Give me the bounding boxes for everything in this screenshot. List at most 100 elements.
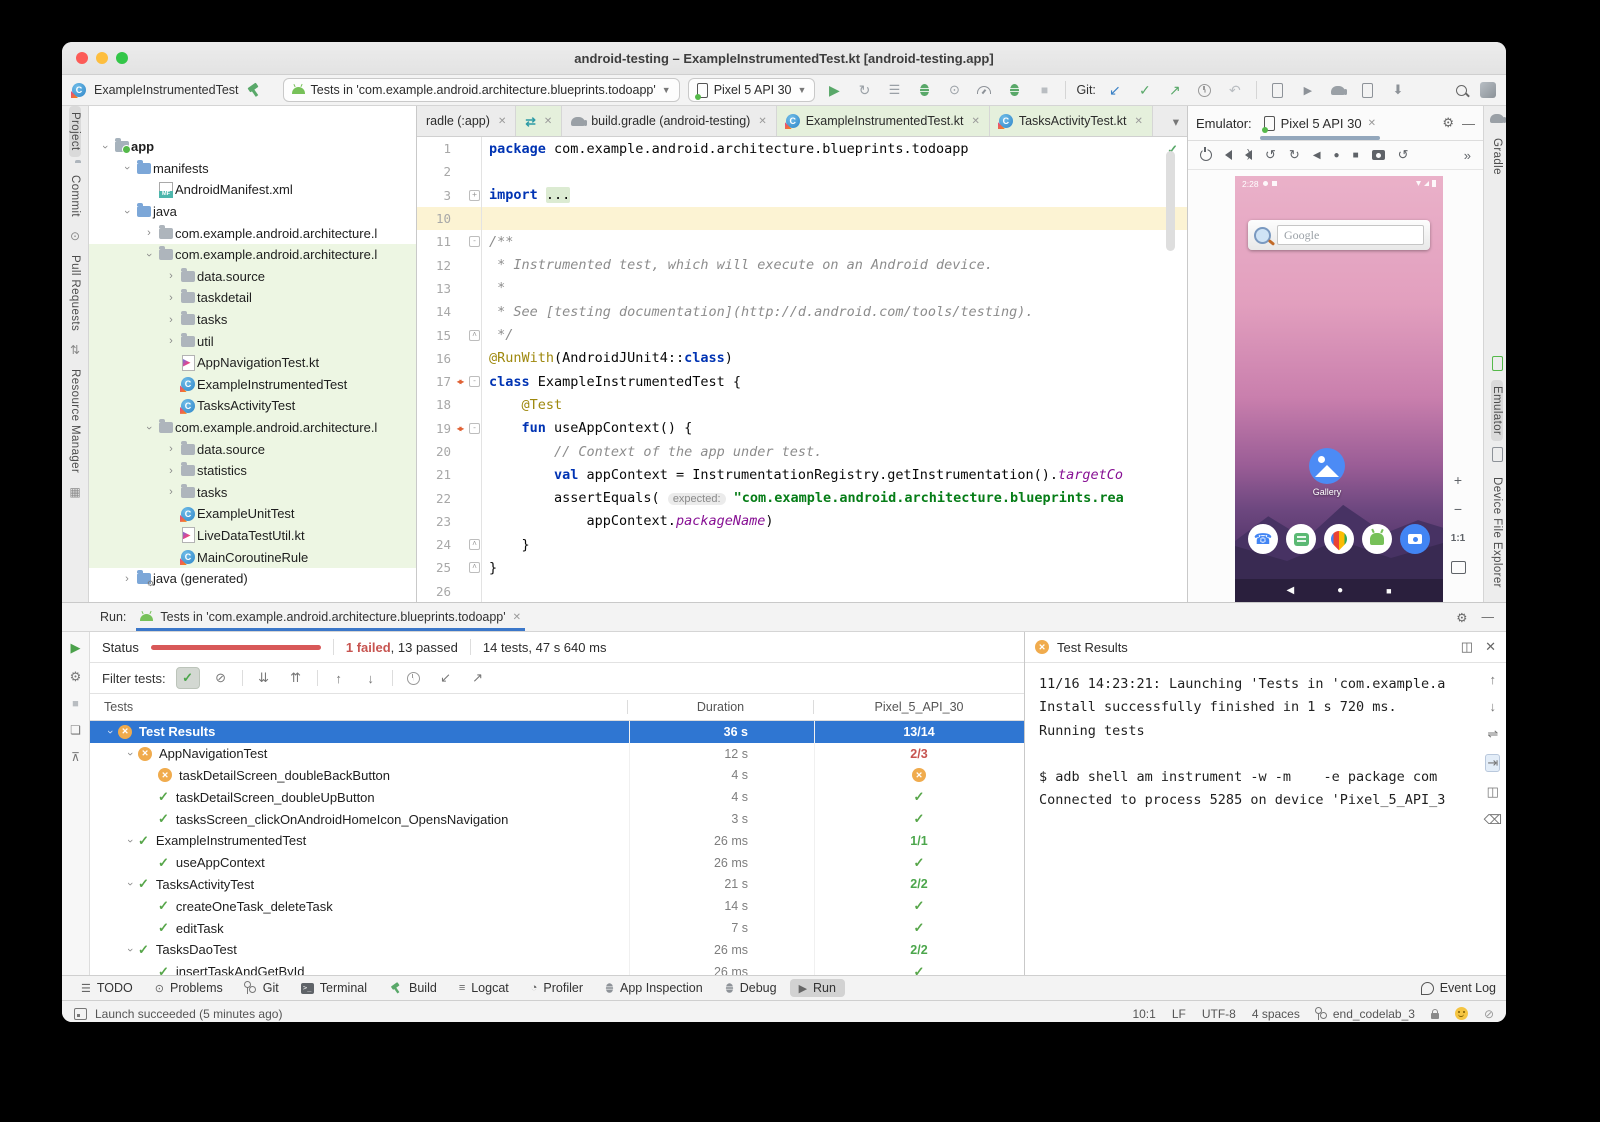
gutter-run-marker-icon[interactable]: ◀▶ [451, 424, 468, 433]
tree-chevron-icon[interactable]: › [124, 746, 136, 761]
tree-item[interactable]: LiveDataTestUtil.kt [89, 525, 416, 547]
scroll-to-end-icon[interactable]: ⇥ [1485, 754, 1500, 772]
maps-app-icon[interactable] [1324, 524, 1354, 554]
run-button[interactable]: ▶ [823, 79, 845, 101]
test-row[interactable]: ✓insertTaskAndGetById26 ms✓ [90, 961, 1024, 975]
feedback-smiley-icon[interactable] [1455, 1007, 1468, 1020]
caret-position[interactable]: 10:1 [1132, 1007, 1155, 1021]
tree-item[interactable]: ›com.example.android.architecture.l [89, 417, 416, 439]
run-settings-icon[interactable]: ⚙ [1456, 610, 1467, 625]
git-branch-widget[interactable]: end_codelab_3 [1316, 1007, 1415, 1021]
code-line[interactable]: 10 [417, 207, 1187, 230]
test-row[interactable]: ›✕Test Results36 s13/14 [90, 721, 1024, 743]
tree-item[interactable]: ›taskdetail [89, 287, 416, 309]
export-html-icon[interactable]: ◫ [1461, 639, 1473, 655]
test-history-icon[interactable] [403, 668, 425, 688]
search-everywhere-icon[interactable] [1450, 79, 1472, 101]
tree-item[interactable]: ›java (generated) [89, 568, 416, 590]
nav-back-icon[interactable]: ◀ [1286, 585, 1294, 596]
code-line[interactable]: 14 * See [testing documentation](http://… [417, 300, 1187, 323]
profile-low-overhead-icon[interactable] [1003, 79, 1025, 101]
close-tab-icon[interactable]: ✕ [971, 116, 979, 127]
run-minimize-icon[interactable]: — [1482, 610, 1495, 625]
tree-item[interactable]: ›data.source [89, 438, 416, 460]
test-settings-icon[interactable]: ⚙ [70, 669, 82, 685]
rotate-right-icon[interactable]: ↻ [1289, 147, 1300, 163]
profile-restart-icon[interactable]: ↻ [853, 79, 875, 101]
tree-item[interactable]: ›com.example.android.architecture.l [89, 222, 416, 244]
sidebar-item-emulator[interactable]: Emulator [1491, 380, 1503, 441]
git-rollback-icon[interactable]: ↶ [1224, 79, 1246, 101]
tool-window-button-build[interactable]: Build [380, 979, 446, 997]
code-line[interactable]: 16@RunWith(AndroidJUnit4::class) [417, 347, 1187, 370]
console-output[interactable]: 11/16 14:23:21: Launching 'Tests in 'com… [1025, 663, 1506, 975]
code-line[interactable]: 26 [417, 580, 1187, 602]
scroll-down-icon[interactable]: ↓ [1490, 699, 1497, 714]
phone-screen[interactable]: 2:28 Google Gallery [1235, 176, 1443, 602]
fold-marker-icon[interactable]: - [468, 376, 481, 387]
tree-item[interactable]: AppNavigationTest.kt [89, 352, 416, 374]
code-line[interactable]: 2 [417, 160, 1187, 183]
column-tests[interactable]: Tests [90, 700, 627, 714]
avatar[interactable] [1480, 82, 1496, 98]
close-icon[interactable]: ✕ [1368, 118, 1376, 129]
git-history-icon[interactable] [1194, 79, 1216, 101]
nav-home-icon[interactable]: ● [1337, 585, 1343, 596]
tree-chevron-icon[interactable]: › [104, 724, 116, 739]
tree-item[interactable]: CTasksActivityTest [89, 395, 416, 417]
fold-marker-icon[interactable]: - [468, 423, 481, 434]
attach-debugger-icon[interactable]: ⊙ [943, 79, 965, 101]
tool-window-button-terminal[interactable]: >_Terminal [292, 979, 376, 997]
close-tab-icon[interactable]: ✕ [544, 116, 552, 127]
tree-chevron-icon[interactable]: › [143, 420, 155, 436]
fold-marker-icon[interactable]: - [468, 236, 481, 247]
tree-item[interactable]: ›util [89, 330, 416, 352]
test-row[interactable]: ✓tasksScreen_clickOnAndroidHomeIcon_Open… [90, 808, 1024, 830]
close-tab-icon[interactable]: ✕ [758, 116, 766, 127]
rerun-tests-button[interactable]: ▶ [71, 640, 81, 656]
import-tests-icon[interactable]: ↙ [435, 668, 457, 688]
fold-marker-icon[interactable]: ˄ [468, 539, 481, 550]
code-line[interactable]: 15˄ */ [417, 323, 1187, 346]
expand-all-icon[interactable]: ⇊ [253, 668, 275, 688]
tree-chevron-icon[interactable]: › [99, 139, 111, 155]
tree-item[interactable]: CExampleInstrumentedTest [89, 374, 416, 396]
fold-marker-icon[interactable]: ˄ [468, 330, 481, 341]
tool-window-button-todo[interactable]: ☰TODO [72, 979, 142, 997]
device-manager-icon[interactable] [1267, 79, 1289, 101]
tool-window-button-run[interactable]: ▶Run [790, 979, 845, 997]
gutter-run-marker-icon[interactable]: ◀▶ [451, 377, 468, 386]
zoom-out-button[interactable]: − [1447, 499, 1469, 519]
code-line[interactable]: 1package com.example.android.architectur… [417, 137, 1187, 160]
file-encoding[interactable]: UTF-8 [1202, 1007, 1236, 1021]
notifications-icon[interactable]: ⊘ [1484, 1007, 1494, 1021]
tree-chevron-icon[interactable]: › [163, 270, 179, 282]
build-hammer-icon[interactable] [247, 83, 261, 97]
tree-chevron-icon[interactable]: › [121, 160, 133, 176]
editor-tab[interactable]: CTasksActivityTest.kt✕ [990, 106, 1153, 136]
tree-chevron-icon[interactable]: › [163, 335, 179, 347]
stop-icon[interactable]: ■ [72, 698, 79, 710]
tree-item[interactable]: ›tasks [89, 309, 416, 331]
event-log-button[interactable]: Event Log [1421, 981, 1496, 995]
tree-chevron-icon[interactable]: › [121, 204, 133, 220]
tool-window-button-profiler[interactable]: ◔Profiler [522, 979, 592, 997]
gradle-icon[interactable] [1490, 112, 1504, 126]
test-row[interactable]: ✓editTask7 s✓ [90, 917, 1024, 939]
sidebar-item-commit[interactable]: Commit [69, 169, 81, 223]
layout-inspector-icon[interactable] [1357, 79, 1379, 101]
export-tests-icon[interactable]: ↗ [467, 668, 489, 688]
fit-to-window-icon[interactable] [1451, 561, 1466, 574]
commit-icon[interactable]: ⊙ [70, 229, 80, 243]
profiler-button[interactable] [973, 79, 995, 101]
screenshot-icon[interactable] [1372, 150, 1385, 160]
code-line[interactable]: 17◀▶-class ExampleInstrumentedTest { [417, 370, 1187, 393]
run-configuration-select[interactable]: Tests in 'com.example.android.architectu… [283, 78, 680, 102]
home-icon[interactable]: ● [1334, 150, 1340, 161]
close-console-icon[interactable]: ✕ [1485, 639, 1496, 655]
zoom-reset-button[interactable]: 1:1 [1447, 528, 1469, 548]
sidebar-item-gradle[interactable]: Gradle [1491, 132, 1503, 181]
fold-marker-icon[interactable]: ˄ [468, 562, 481, 573]
code-line[interactable]: 19◀▶- fun useAppContext() { [417, 417, 1187, 440]
status-message[interactable]: Launch succeeded (5 minutes ago) [95, 1007, 282, 1021]
